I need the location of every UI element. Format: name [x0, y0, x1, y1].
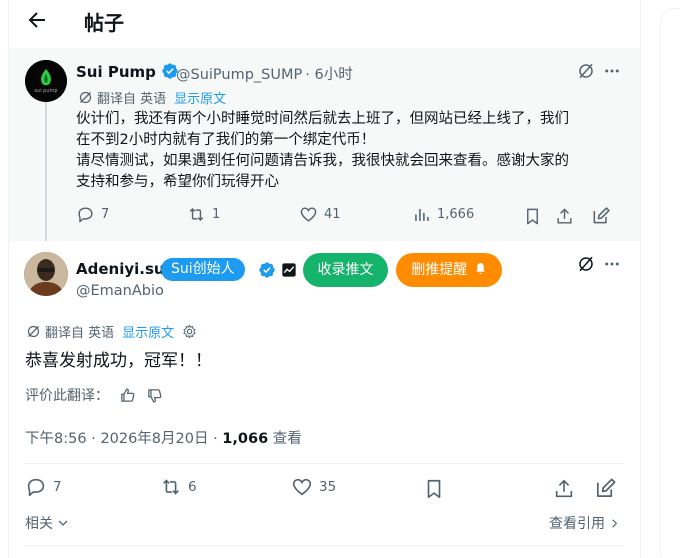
translation-prefix: 翻译自 英语: [45, 326, 115, 341]
view-count: 1,066: [222, 431, 269, 447]
page-title: 帖子: [84, 11, 124, 35]
reply-count: 7: [53, 479, 62, 495]
avatar[interactable]: [25, 60, 67, 102]
repost-count: 1: [212, 207, 221, 222]
view-label: 查看: [268, 431, 302, 447]
tweet-line: 在不到2小时内就有了我们的第一个绑定代币！: [76, 132, 376, 148]
translate-icon: [79, 91, 92, 104]
repost-button[interactable]: 6: [160, 476, 197, 498]
post-meta: 下午8:56 · 2026年8月20日 · 1,066 查看: [25, 427, 302, 448]
role-badge: Sui创始人: [161, 258, 245, 281]
rate-translation: 评价此翻译：: [25, 385, 163, 405]
author-name[interactable]: Adeniyi.sui: [76, 260, 170, 278]
repost-icon: [189, 207, 204, 222]
tweet-line: 伙计们，我还有两个小时睡觉时间然后就去上班了，但网站已经上线了，我们: [76, 111, 569, 127]
heart-icon: [292, 478, 312, 496]
analytics-icon: [415, 208, 429, 221]
post-text: 恭喜发射成功，冠军！！: [25, 351, 212, 371]
author-handle[interactable]: @EmanAbio: [76, 283, 164, 299]
like-count: 41: [324, 207, 341, 222]
reply-button[interactable]: 7: [25, 476, 62, 498]
repost-icon: [163, 479, 179, 495]
author-handle[interactable]: @SuiPump_SUMP · 6小时: [176, 63, 353, 84]
parent-tweet-actions: 7 1 41 1,666: [76, 205, 624, 229]
delete-alert-label: 删推提醒: [411, 262, 468, 278]
translation-notice: 翻译自 英语 显示原文: [78, 88, 226, 107]
views-button[interactable]: 1,666: [412, 205, 474, 224]
rate-label: 评价此翻译：: [25, 388, 109, 404]
edit-icon[interactable]: [591, 206, 611, 226]
verified-badge-icon: [259, 262, 275, 278]
reply-icon: [78, 207, 93, 223]
reply-button[interactable]: 7: [76, 205, 109, 224]
edit-icon[interactable]: [594, 477, 617, 500]
thumbs-up-icon[interactable]: [119, 387, 136, 404]
thumbs-down-icon[interactable]: [146, 387, 163, 404]
show-original-link[interactable]: 显示原文: [122, 322, 174, 341]
translate-icon: [27, 325, 40, 338]
translation-notice: 翻译自 英语 显示原文: [26, 322, 197, 341]
tweet-line: 支持和参与，希望你们玩得开心: [76, 174, 279, 190]
repost-button[interactable]: 1: [187, 205, 220, 224]
related-label: 相关: [25, 516, 53, 532]
back-arrow-icon[interactable]: [25, 8, 49, 32]
author-name[interactable]: Sui Pump: [76, 62, 179, 81]
reply-count: 7: [101, 207, 110, 222]
divider: [24, 463, 624, 464]
reply-icon: [27, 478, 45, 497]
grok-slash-icon[interactable]: [577, 255, 595, 273]
collect-tweet-button[interactable]: 收录推文: [303, 253, 388, 287]
share-icon[interactable]: [555, 207, 574, 226]
more-options-icon[interactable]: [603, 62, 621, 80]
bookmark-icon[interactable]: [423, 478, 445, 500]
translation-prefix: 翻译自 英语: [97, 92, 167, 107]
settings-gear-icon[interactable]: [182, 324, 197, 339]
tweet-line: 请尽情测试，如果遇到任何问题请告诉我，我很快就会回来查看。感谢大家的: [76, 153, 569, 169]
chevron-down-icon: [59, 520, 68, 526]
chevron-right-icon: [612, 519, 618, 528]
like-button[interactable]: 35: [291, 476, 336, 498]
heart-icon: [300, 207, 317, 222]
like-count: 35: [319, 479, 337, 495]
page-header: 帖子: [0, 0, 680, 44]
show-original-link[interactable]: 显示原文: [174, 88, 226, 107]
user-photo-icon: [24, 252, 68, 296]
more-options-icon[interactable]: [603, 255, 621, 273]
divider: [24, 545, 624, 546]
delete-alert-button[interactable]: 删推提醒: [396, 253, 502, 287]
handle-text: @SuiPump_SUMP: [176, 67, 303, 83]
view-quotes-label: 查看引用: [549, 516, 605, 532]
affiliate-chart-icon[interactable]: [281, 262, 297, 278]
avatar[interactable]: [24, 252, 68, 296]
bookmark-icon[interactable]: [523, 207, 542, 226]
related-dropdown[interactable]: 相关: [25, 513, 69, 533]
post-actions: 7 6 35: [25, 476, 625, 502]
share-icon[interactable]: [553, 478, 575, 500]
post-timestamp[interactable]: 下午8:56 · 2026年8月20日 ·: [25, 431, 222, 447]
bell-icon: [475, 263, 485, 274]
parent-tweet-text: 伙计们，我还有两个小时睡觉时间然后就去上班了，但网站已经上线了，我们 在不到2小…: [76, 109, 624, 193]
right-sidebar-edge: [660, 8, 680, 558]
view-count: 1,666: [437, 207, 475, 222]
view-quotes-link[interactable]: 查看引用: [549, 513, 620, 533]
thread-connector-line: [45, 102, 47, 241]
sui-pump-logo-icon: [25, 60, 67, 102]
avatar-caption: sui pump: [34, 88, 58, 94]
like-button[interactable]: 41: [299, 205, 341, 224]
post-time: · 6小时: [305, 67, 353, 83]
repost-count: 6: [188, 479, 197, 495]
author-name-text: Sui Pump: [76, 63, 156, 81]
grok-slash-icon[interactable]: [577, 62, 595, 80]
